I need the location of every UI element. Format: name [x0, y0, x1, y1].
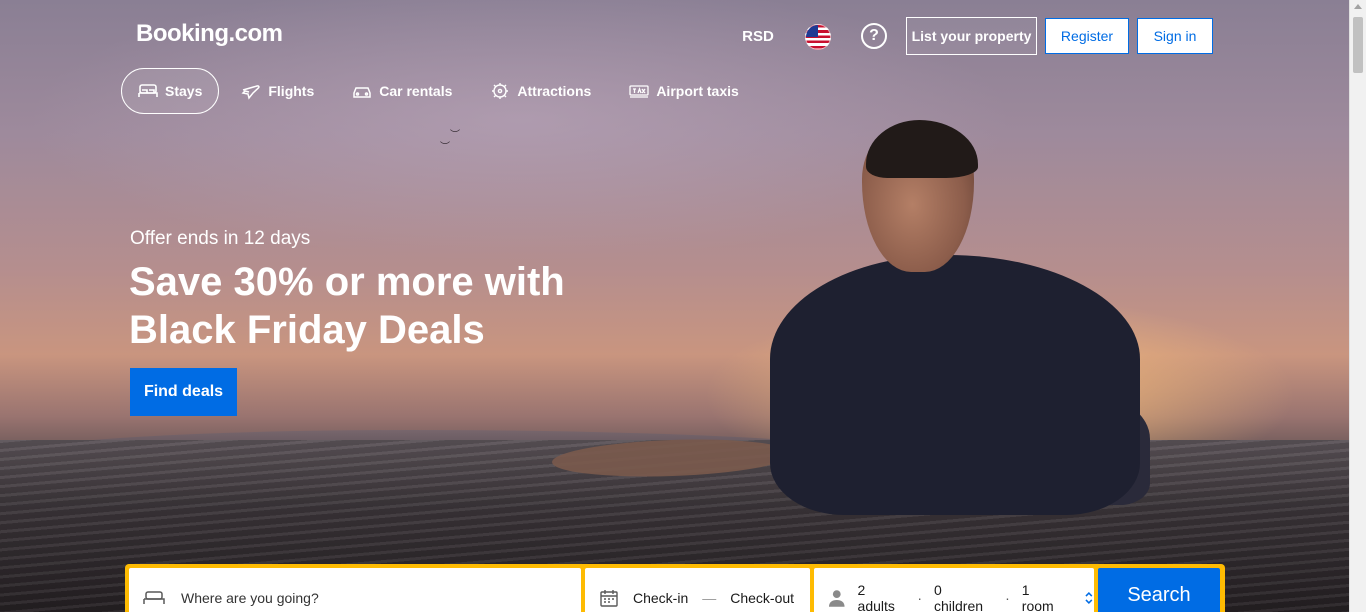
tab-label: Car rentals: [379, 83, 453, 99]
checkin-label[interactable]: Check-in: [633, 590, 688, 606]
page-scrollbar[interactable]: [1349, 0, 1366, 612]
us-flag-icon[interactable]: [805, 24, 831, 50]
tab-label: Airport taxis: [656, 83, 739, 99]
attractions-icon: [492, 83, 509, 99]
bed-icon: [143, 591, 165, 604]
destination-field[interactable]: Where are you going?: [129, 568, 581, 612]
sign-in-button[interactable]: Sign in: [1137, 18, 1213, 54]
list-property-button[interactable]: List your property: [906, 17, 1037, 55]
question-circle-icon[interactable]: ?: [861, 23, 887, 49]
destination-input[interactable]: Where are you going?: [181, 590, 319, 606]
children-count: 0 children: [933, 582, 984, 612]
tab-label: Flights: [268, 83, 315, 99]
search-bar: Where are you going? Check-in — Check-ou…: [125, 564, 1225, 612]
man-hair: [866, 120, 978, 178]
register-button[interactable]: Register: [1045, 18, 1129, 54]
scroll-thumb[interactable]: [1353, 17, 1363, 73]
offer-countdown: Offer ends in 12 days: [130, 228, 311, 249]
date-separator: —: [702, 590, 717, 606]
plane-icon: [241, 85, 261, 100]
bird-icon: ︶: [450, 130, 460, 141]
car-icon: [353, 87, 371, 98]
booking-logo[interactable]: Booking.com: [136, 20, 283, 48]
chevron-updown-icon[interactable]: [1084, 590, 1094, 606]
tab-flights[interactable]: Flights: [225, 68, 330, 114]
tab-airport-taxis[interactable]: Airport taxis: [613, 68, 754, 114]
bird-icon: ︶: [440, 142, 450, 153]
scroll-up-arrow-icon[interactable]: [1354, 4, 1362, 9]
checkout-label[interactable]: Check-out: [730, 590, 794, 606]
product-nav: Stays Flights Car rentals Attractions Ai…: [121, 68, 761, 114]
bed-icon: [138, 84, 158, 97]
separator-dot: ·: [917, 590, 922, 606]
hero-headline: Save 30% or more with Black Friday Deals: [129, 260, 565, 352]
date-field[interactable]: Check-in — Check-out: [585, 568, 810, 612]
taxi-icon: [629, 85, 649, 98]
rooms-count: 1 room: [1021, 582, 1054, 612]
tab-label: Attractions: [517, 83, 592, 99]
separator-dot: ·: [1005, 590, 1010, 606]
calendar-icon: [600, 590, 618, 607]
adults-count: 2 adults: [857, 582, 895, 612]
person-icon: [828, 590, 845, 607]
man-figure: [770, 255, 1140, 515]
tab-car-rentals[interactable]: Car rentals: [336, 68, 468, 114]
tab-attractions[interactable]: Attractions: [474, 68, 607, 114]
guests-field[interactable]: 2 adults · 0 children · 1 room: [814, 568, 1094, 612]
currency-selector[interactable]: RSD: [735, 18, 781, 54]
tab-label: Stays: [165, 83, 203, 99]
tab-stays[interactable]: Stays: [121, 68, 220, 114]
search-button[interactable]: Search: [1098, 568, 1220, 612]
find-deals-button[interactable]: Find deals: [130, 368, 237, 416]
